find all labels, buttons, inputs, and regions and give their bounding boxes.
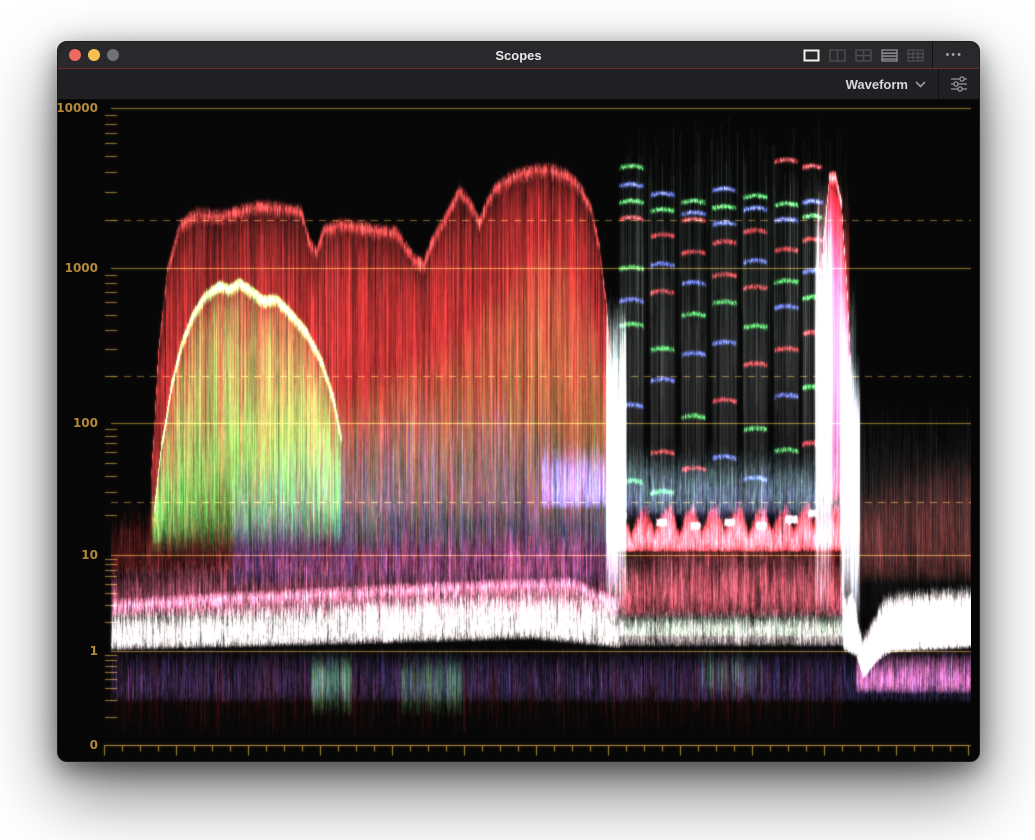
four-pane-view-button[interactable] xyxy=(850,42,876,68)
y-axis-label: 1 xyxy=(90,644,98,658)
four-pane-view-icon xyxy=(855,49,872,62)
scopes-window: Scopes xyxy=(57,41,980,762)
nine-pane-view-button[interactable] xyxy=(902,42,928,68)
y-axis-label: 0 xyxy=(90,738,98,752)
y-axis-label: 1000 xyxy=(65,261,98,275)
rows-view-button[interactable] xyxy=(876,42,902,68)
scope-settings-button[interactable] xyxy=(939,69,979,99)
y-axis-labels: 1000010001001010 xyxy=(58,100,101,762)
more-options-button[interactable]: ••• xyxy=(937,42,971,68)
title-bar[interactable]: Scopes xyxy=(58,42,979,69)
close-button[interactable] xyxy=(69,49,81,61)
chevron-down-icon xyxy=(915,81,926,88)
scope-toolbar: Waveform xyxy=(58,69,979,100)
sliders-icon xyxy=(949,75,969,93)
scope-mode-label: Waveform xyxy=(846,77,908,92)
titlebar-actions: ••• xyxy=(798,42,979,68)
waveform-scope-canvas xyxy=(101,100,971,762)
minimize-button[interactable] xyxy=(88,49,100,61)
two-pane-view-icon xyxy=(829,49,846,62)
y-axis-label: 10000 xyxy=(57,101,98,115)
scope-mode-dropdown[interactable]: Waveform xyxy=(834,69,938,99)
zoom-button[interactable] xyxy=(107,49,119,61)
nine-pane-view-icon xyxy=(907,49,924,62)
titlebar-separator xyxy=(932,42,933,68)
single-view-button[interactable] xyxy=(798,42,824,68)
rows-view-icon xyxy=(881,49,898,62)
y-axis-label: 100 xyxy=(73,416,98,430)
two-pane-view-button[interactable] xyxy=(824,42,850,68)
y-axis-label: 10 xyxy=(81,548,98,562)
waveform-scope-panel: 1000010001001010 xyxy=(58,100,979,762)
traffic-lights xyxy=(58,49,119,61)
single-view-icon xyxy=(803,49,820,62)
